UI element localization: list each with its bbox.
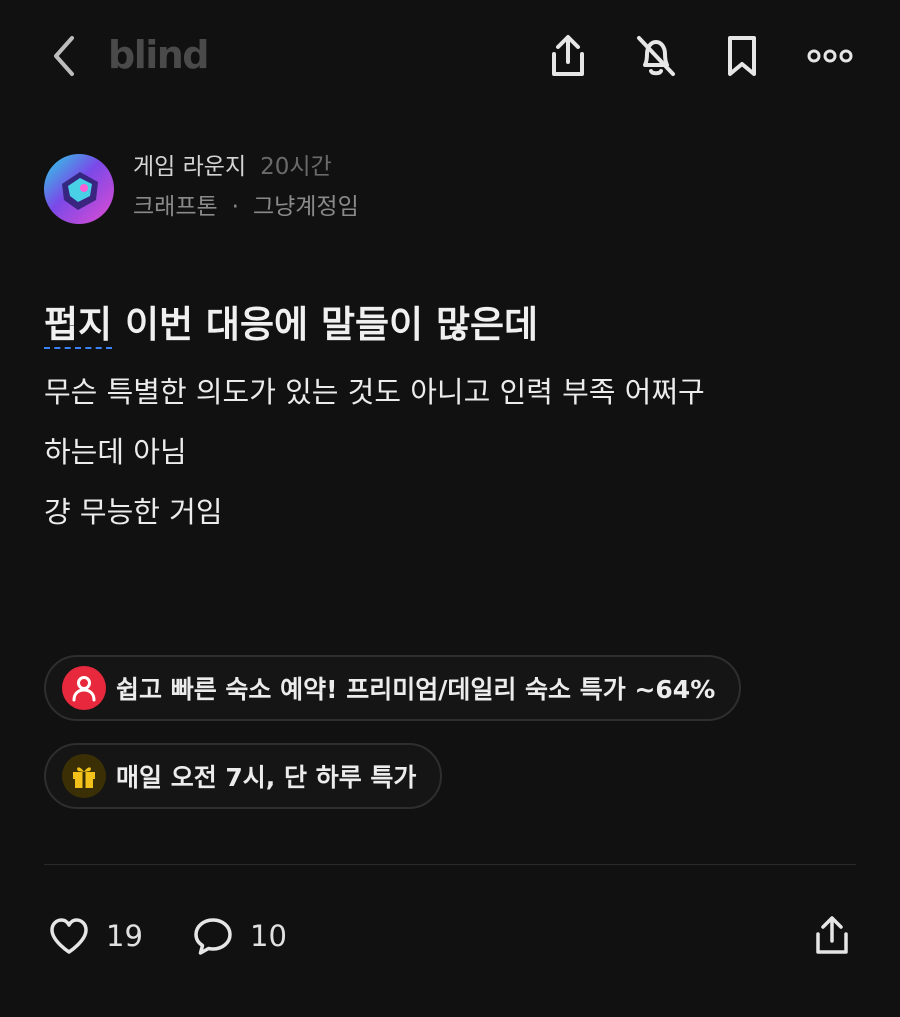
meta-separator: · xyxy=(231,194,239,220)
notification-off-button[interactable] xyxy=(628,28,684,84)
post-body-line: 하는데 아님 xyxy=(44,435,187,469)
post-time: 20시간 xyxy=(260,154,332,180)
comment-bubble-icon xyxy=(194,918,232,955)
ad-chip-daily-deal[interactable]: 매일 오전 7시, 단 하루 특가 xyxy=(44,743,443,809)
post-title: 펍지 이번 대응에 말들이 많은데 xyxy=(44,300,538,350)
blind-logo: blind xyxy=(108,33,210,77)
post-body-line: 걍 무능한 거임 xyxy=(44,495,223,529)
post-body-line: 무슨 특별한 의도가 있는 것도 아니고 인력 부족 어쩌구 xyxy=(44,375,705,409)
channel-name[interactable]: 게임 라운지 xyxy=(133,154,246,180)
post-meta-bottom: 크래프톤 · 그냥계정임 xyxy=(133,192,359,222)
share-icon xyxy=(816,916,848,954)
share-icon xyxy=(552,35,584,76)
more-icon xyxy=(807,49,853,63)
divider xyxy=(44,864,856,865)
comment-count: 10 xyxy=(250,919,287,953)
ad-chip-label: 쉽고 빠른 숙소 예약! 프리미엄/데일리 숙소 특가 ~64% xyxy=(116,675,716,704)
more-button[interactable] xyxy=(802,28,858,84)
ad-chip-label: 매일 오전 7시, 단 하루 특가 xyxy=(116,763,417,792)
heart-icon xyxy=(50,918,88,954)
top-bar: blind xyxy=(0,0,900,112)
author-nickname: 그냥계정임 xyxy=(252,194,359,220)
post-body: 무슨 특별한 의도가 있는 것도 아니고 인력 부족 어쩌구 하는데 아님 걍 … xyxy=(44,362,864,542)
share-post-button[interactable] xyxy=(804,908,860,964)
avatar[interactable] xyxy=(44,154,114,224)
person-icon xyxy=(62,666,106,710)
ad-chip-lodging[interactable]: 쉽고 빠른 숙소 예약! 프리미엄/데일리 숙소 특가 ~64% xyxy=(44,655,742,721)
bell-off-icon xyxy=(637,36,675,76)
gift-icon xyxy=(62,754,106,798)
back-chevron-icon xyxy=(54,36,74,76)
title-keyword-link[interactable]: 펍지 xyxy=(44,303,112,346)
bookmark-icon xyxy=(728,36,756,76)
like-button[interactable]: 19 xyxy=(48,908,143,964)
comment-button[interactable]: 10 xyxy=(192,908,287,964)
back-button[interactable] xyxy=(36,28,92,84)
bookmark-button[interactable] xyxy=(714,28,770,84)
game-channel-avatar-icon xyxy=(44,154,114,224)
post-meta-top: 게임 라운지 20시간 xyxy=(133,152,332,184)
company-name: 크래프톤 xyxy=(133,194,218,220)
share-button[interactable] xyxy=(540,28,596,84)
title-text: 이번 대응에 말들이 많은데 xyxy=(112,303,539,346)
like-count: 19 xyxy=(106,919,143,953)
